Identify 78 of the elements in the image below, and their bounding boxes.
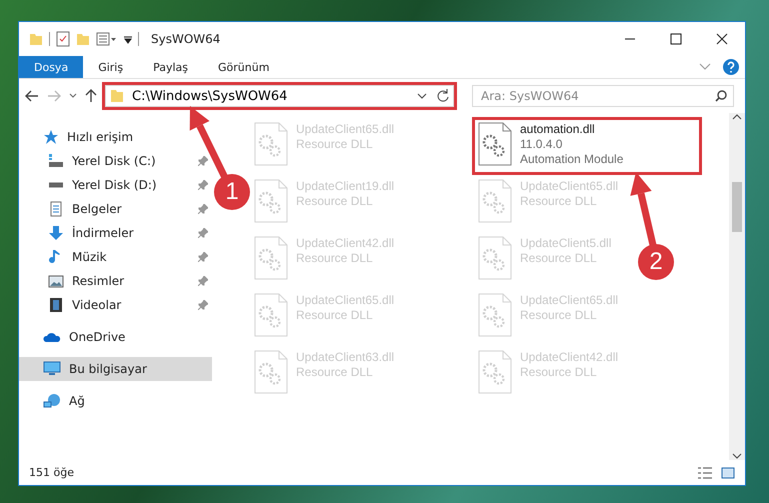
dll-gear-file-icon	[254, 236, 288, 280]
star-icon	[43, 129, 59, 145]
computer-icon	[43, 361, 61, 377]
dll-gear-file-icon	[254, 293, 288, 337]
help-icon[interactable]	[723, 59, 739, 75]
sidebar-label: Videolar	[72, 298, 122, 312]
ribbon-tab[interactable]: Görünüm	[203, 56, 284, 78]
item-count: 151 öğe	[29, 466, 74, 479]
pin-icon[interactable]	[198, 252, 208, 262]
details-view-icon[interactable]	[697, 466, 713, 478]
pin-icon[interactable]	[198, 276, 208, 286]
drive-icon	[48, 153, 64, 169]
pin-icon[interactable]	[198, 204, 208, 214]
ribbon-tab[interactable]: Paylaş	[138, 56, 203, 78]
cloud-icon	[43, 330, 61, 344]
scroll-up-icon[interactable]	[732, 113, 742, 121]
sidebar-label: Bu bilgisayar	[69, 362, 148, 376]
sidebar-item[interactable]: İndirmeler	[19, 221, 212, 245]
sidebar-label: Yerel Disk (D:)	[72, 178, 158, 192]
document-icon	[48, 201, 64, 217]
sidebar-label: Ağ	[69, 394, 86, 408]
sidebar-label: İndirmeler	[72, 226, 135, 240]
sidebar-label: Resimler	[72, 274, 126, 288]
properties-icon[interactable]	[96, 32, 118, 46]
sidebar-item[interactable]: Bu bilgisayar	[19, 357, 212, 381]
file-detail: 11.0.4.0	[520, 137, 564, 152]
dll-gear-file-icon	[478, 122, 512, 166]
sidebar-label: OneDrive	[69, 330, 126, 344]
checklist-icon[interactable]	[56, 31, 70, 47]
sidebar-item[interactable]: Yerel Disk (D:)	[19, 173, 212, 197]
pin-icon[interactable]	[198, 156, 208, 166]
dll-gear-file-icon	[478, 236, 512, 280]
sidebar-item[interactable]: Hızlı erişim	[19, 125, 212, 149]
pin-icon[interactable]	[198, 300, 208, 310]
sidebar-label: Yerel Disk (C:)	[72, 154, 157, 168]
dll-gear-file-icon	[254, 179, 288, 223]
sidebar-item[interactable]: Ağ	[19, 389, 212, 413]
sidebar-item[interactable]: Belgeler	[19, 197, 212, 221]
scrollbar[interactable]	[729, 113, 745, 460]
address-bar[interactable]: C:\Windows\SysWOW64	[105, 85, 454, 107]
ribbon-tab[interactable]: Giriş	[83, 56, 138, 78]
window-title: SysWOW64	[151, 32, 220, 46]
folder-icon	[110, 89, 124, 103]
sidebar-item[interactable]: Videolar	[19, 293, 212, 317]
file-name: automation.dll	[520, 122, 596, 137]
file-item[interactable]: automation.dll 11.0.4.0 Automation Module	[474, 119, 700, 173]
sidebar-label: Hızlı erişim	[67, 130, 134, 144]
pin-icon[interactable]	[198, 180, 208, 190]
sidebar-label: Belgeler	[72, 202, 123, 216]
dropdown-icon[interactable]	[124, 34, 132, 44]
sidebar-label: Müzik	[72, 250, 108, 264]
file-detail: Automation Module	[520, 152, 624, 167]
address-input[interactable]: C:\Windows\SysWOW64	[130, 88, 411, 104]
pin-icon[interactable]	[198, 228, 208, 238]
film-icon	[48, 297, 64, 313]
dll-gear-file-icon	[478, 179, 512, 223]
sidebar-item[interactable]: Resimler	[19, 269, 212, 293]
dll-gear-file-icon	[254, 350, 288, 394]
back-arrow-icon[interactable]	[25, 90, 39, 102]
chevron-down-icon[interactable]	[417, 93, 427, 99]
network-icon	[43, 393, 61, 409]
dll-gear-file-icon	[478, 350, 512, 394]
scroll-thumb[interactable]	[732, 182, 742, 232]
dll-gear-file-icon	[254, 122, 288, 166]
dll-gear-file-icon	[478, 293, 512, 337]
picture-icon	[48, 273, 64, 289]
chevron-down-icon[interactable]	[69, 93, 77, 99]
sidebar-item[interactable]: OneDrive	[19, 325, 212, 349]
drive-icon	[48, 182, 64, 188]
large-icons-view-icon[interactable]	[721, 466, 735, 478]
search-icon[interactable]	[715, 90, 727, 102]
ribbon-tab[interactable]: Dosya	[19, 56, 84, 78]
search-field[interactable]: Ara: SysWOW64	[472, 85, 734, 107]
sidebar-item[interactable]: Müzik	[19, 245, 212, 269]
scroll-down-icon[interactable]	[732, 452, 742, 460]
sidebar-item[interactable]: Yerel Disk (C:)	[19, 149, 212, 173]
up-arrow-icon[interactable]	[85, 89, 97, 103]
download-arrow-icon	[48, 225, 64, 241]
